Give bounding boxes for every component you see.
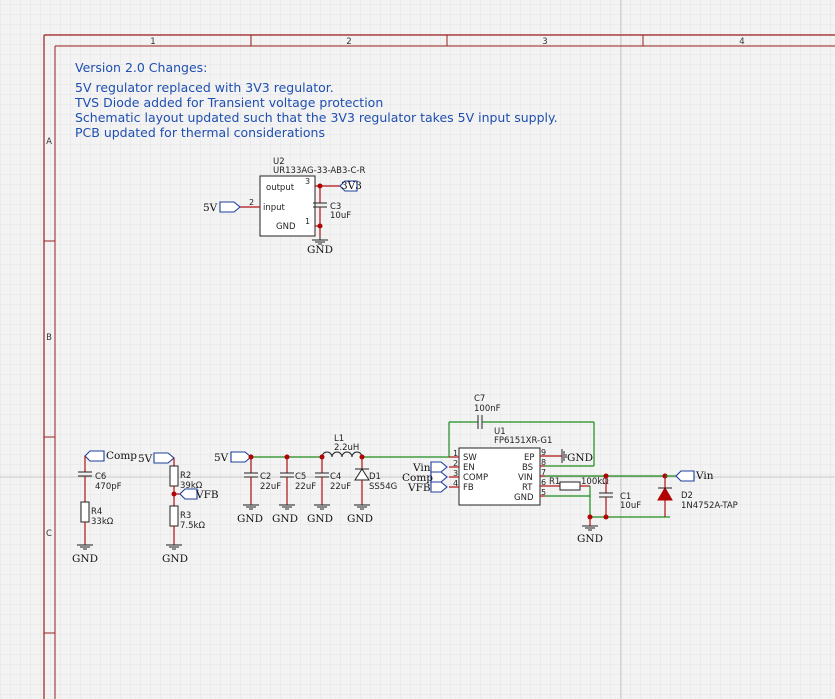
r2-body[interactable] xyxy=(169,465,179,487)
r1-body[interactable] xyxy=(559,481,581,491)
r1-value: 100kΩ xyxy=(581,477,609,487)
notes-heading: Version 2.0 Changes: xyxy=(75,60,207,75)
u2-pin-output: output xyxy=(266,183,295,193)
r4-ref: R4 xyxy=(91,507,102,517)
d1-gnd-label: GND xyxy=(347,513,373,525)
d1-value: SS54G xyxy=(369,482,397,492)
c5-gnd-label: GND xyxy=(272,513,298,525)
net-comp-port-left[interactable] xyxy=(84,450,105,462)
u2-pinnum-3: 3 xyxy=(305,177,310,186)
net-5v-label-buck: 5V xyxy=(214,452,229,464)
r4-value: 33kΩ xyxy=(91,517,114,527)
frame-col-4: 4 xyxy=(739,37,744,47)
u2-gnd-label: GND xyxy=(307,244,333,256)
u1-pin-rt: RT xyxy=(522,483,533,493)
u2-pinnum-1: 1 xyxy=(305,217,310,226)
u1-pinnum-4: 4 xyxy=(453,479,458,488)
c2-gnd-label: GND xyxy=(237,513,263,525)
d2-ref: D2 xyxy=(681,491,693,501)
u1-pin-bs: BS xyxy=(522,463,533,473)
u2-pinnum-2: 2 xyxy=(249,198,254,207)
c6-value: 470pF xyxy=(95,482,122,492)
c7-value: 100nF xyxy=(474,404,501,414)
c1-value: 10uF xyxy=(620,501,641,511)
frame-col-3: 3 xyxy=(542,37,547,47)
c2-ref: C2 xyxy=(260,472,271,482)
u1-pin-ep: EP xyxy=(524,453,535,463)
net-comp-label-left: Comp xyxy=(106,450,137,462)
u1-pinnum-2: 2 xyxy=(453,459,458,468)
d1-ref: D1 xyxy=(369,472,381,482)
u1-pinnum-8: 8 xyxy=(541,458,546,467)
r2-ref: R2 xyxy=(180,471,191,481)
l1-value: 2.2uH xyxy=(334,443,359,453)
notes-line-2: TVS Diode added for Transient voltage pr… xyxy=(74,95,383,110)
notes-line-3: Schematic layout updated such that the 3… xyxy=(75,110,558,125)
net-5v-label: 5V xyxy=(203,202,218,214)
r3-body[interactable] xyxy=(169,505,179,527)
d2-value: 1N4752A-TAP xyxy=(681,501,738,511)
net-3v3-label: 3V3 xyxy=(341,180,362,192)
u1-pin-gnd: GND xyxy=(514,493,534,503)
c4-ref: C4 xyxy=(330,472,341,482)
c5-ref: C5 xyxy=(295,472,306,482)
fb-gnd-label: GND xyxy=(162,553,188,565)
u1-pin-sw: SW xyxy=(463,453,477,463)
net-5v-label-fb: 5V xyxy=(138,453,153,465)
u1-part: FP6151XR-G1 xyxy=(494,436,552,446)
frame-row-a: A xyxy=(46,137,52,147)
frame-col-2: 2 xyxy=(346,37,351,47)
c5-value: 22uF xyxy=(295,482,316,492)
frame-row-c: C xyxy=(46,529,52,539)
u1-pin-fb: FB xyxy=(463,483,474,493)
r4-body[interactable] xyxy=(80,501,90,523)
net-vin-label-out: Vin xyxy=(695,470,714,482)
u1-ep-gnd-label: GND xyxy=(567,452,593,464)
r3-value: 7.5kΩ xyxy=(180,521,205,531)
c3-value: 10uF xyxy=(330,211,351,221)
c4-value: 22uF xyxy=(330,482,351,492)
c4-gnd-label: GND xyxy=(307,513,333,525)
r1-ref: R1 xyxy=(549,477,560,487)
c6-ref: C6 xyxy=(95,472,106,482)
notes-line-1: 5V regulator replaced with 3V3 regulator… xyxy=(75,80,334,95)
u1-pinnum-3: 3 xyxy=(453,469,458,478)
c7-ref: C7 xyxy=(474,394,485,404)
u1-pin-vin: VIN xyxy=(518,473,533,483)
u1-pinnum-1: 1 xyxy=(453,449,458,458)
out-gnd-label: GND xyxy=(577,533,603,545)
c2-value: 22uF xyxy=(260,482,281,492)
frame-row-b: B xyxy=(46,333,52,343)
u1-pin-comp: COMP xyxy=(463,473,488,483)
u2-pin-input: input xyxy=(263,203,286,213)
u2-part: UR133AG-33-AB3-C-R xyxy=(273,166,365,176)
schematic-canvas: 1 2 3 4 A B C Version 2.0 Changes: 5V re… xyxy=(0,0,835,699)
u2-pin-gnd: GND xyxy=(276,222,296,232)
net-vfb-label-left: VFB xyxy=(195,489,219,501)
comp-gnd-label: GND xyxy=(72,553,98,565)
frame-col-1: 1 xyxy=(150,37,155,47)
u1-pin-en: EN xyxy=(463,463,475,473)
net-vfb-label-u1: VFB xyxy=(407,482,431,494)
notes-line-4: PCB updated for thermal considerations xyxy=(75,125,325,140)
r3-ref: R3 xyxy=(180,511,191,521)
